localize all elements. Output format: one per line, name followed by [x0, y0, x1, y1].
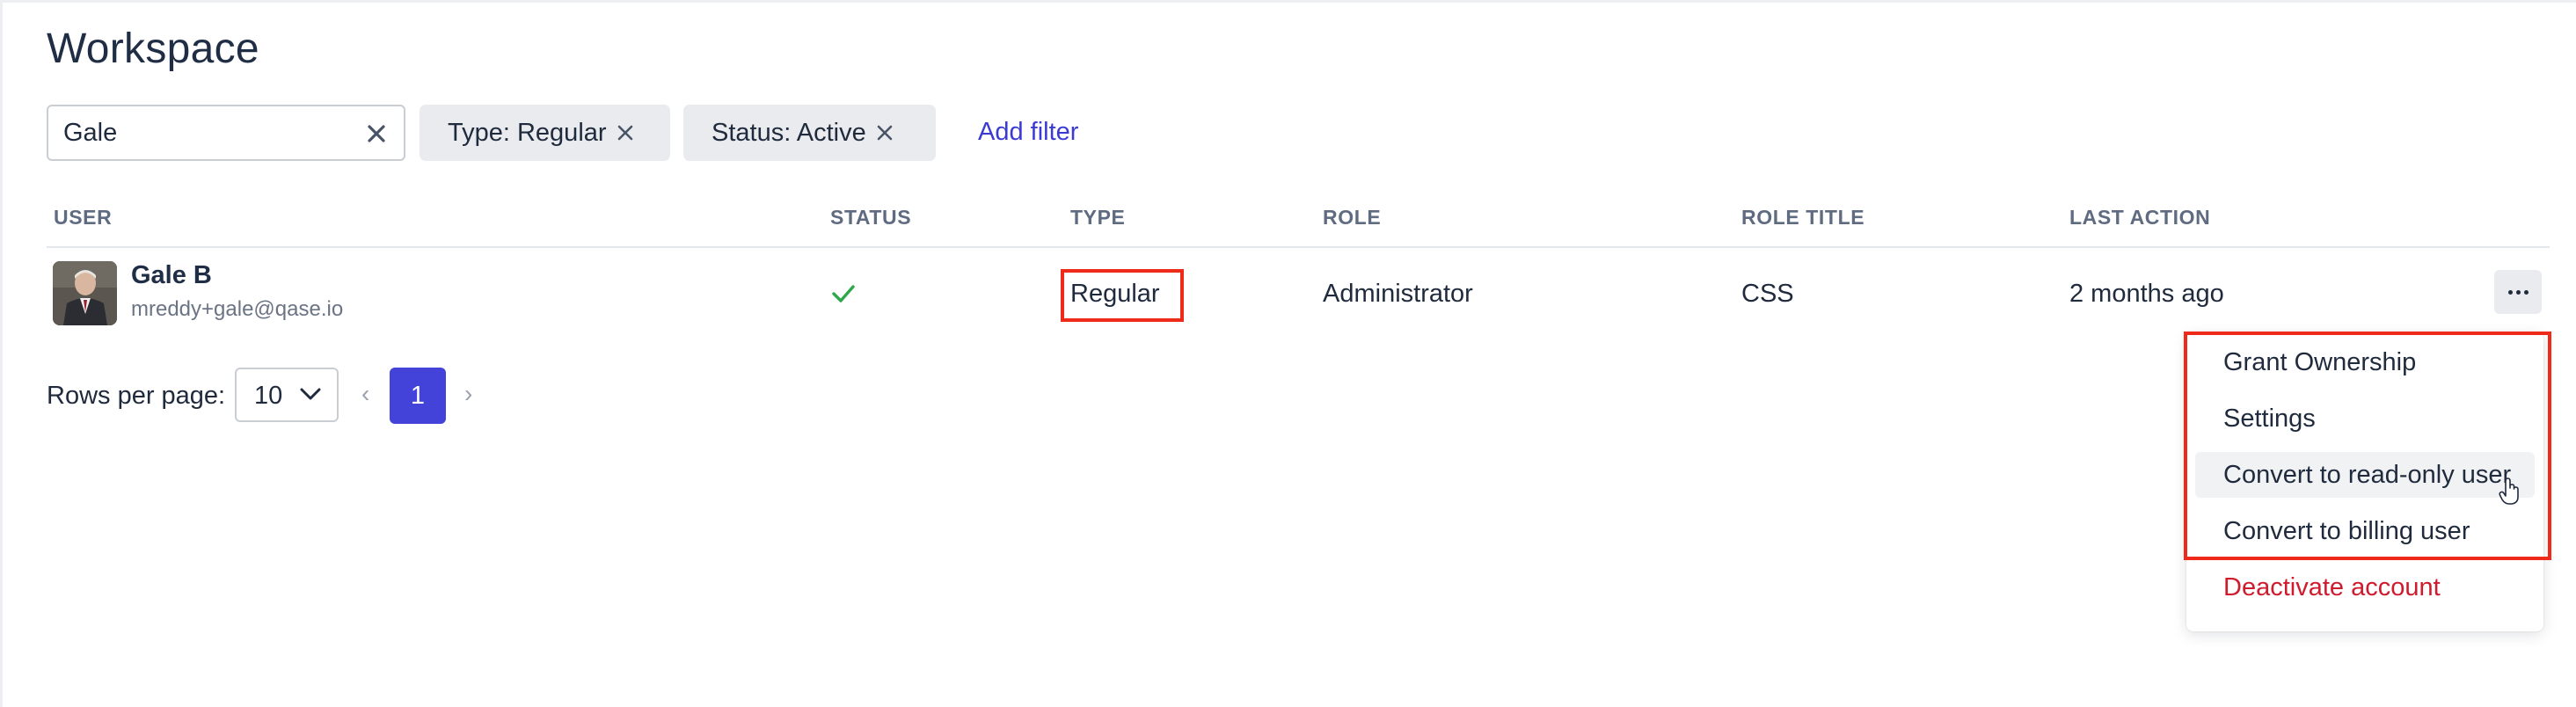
filter-chip-status[interactable]: Status: Active — [683, 105, 936, 161]
rows-per-page-select[interactable]: 10 — [235, 368, 339, 422]
rows-per-page-label: Rows per page: — [47, 382, 226, 410]
left-border — [0, 0, 3, 707]
highlight-box — [1061, 269, 1184, 322]
add-filter-link[interactable]: Add filter — [978, 118, 1078, 147]
column-header-role[interactable]: ROLE — [1323, 206, 1381, 230]
menu-item-deactivate-account[interactable]: Deactivate account — [2195, 565, 2535, 610]
rows-per-page-value: 10 — [254, 382, 283, 410]
user-last-action: 2 months ago — [2069, 280, 2224, 308]
close-icon[interactable] — [617, 125, 633, 141]
filter-chip-label: Status: Active — [712, 118, 866, 147]
filter-chip-label: Type: Regular — [448, 118, 607, 147]
search-input[interactable]: Gale — [47, 105, 405, 161]
close-icon[interactable] — [363, 120, 390, 147]
avatar — [53, 261, 117, 325]
check-icon — [830, 281, 857, 307]
user-role: Administrator — [1323, 280, 1473, 308]
previous-page-button[interactable]: ‹ — [361, 380, 369, 408]
column-header-last-action[interactable]: LAST ACTION — [2069, 206, 2210, 230]
filter-chip-type[interactable]: Type: Regular — [420, 105, 670, 161]
chevron-down-icon — [300, 387, 321, 405]
column-header-status[interactable]: STATUS — [830, 206, 911, 230]
search-input-value[interactable]: Gale — [63, 119, 117, 148]
table-header-divider — [47, 246, 2550, 248]
column-header-type[interactable]: TYPE — [1070, 206, 1125, 230]
column-header-role-title[interactable]: ROLE TITLE — [1741, 206, 1864, 230]
user-email: mreddy+gale@qase.io — [131, 297, 344, 321]
page-button-current[interactable]: 1 — [390, 368, 446, 424]
page-title: Workspace — [47, 26, 259, 72]
top-border — [0, 0, 2576, 3]
user-name[interactable]: Gale B — [131, 261, 212, 290]
user-role-title: CSS — [1741, 280, 1794, 308]
close-icon[interactable] — [877, 125, 893, 141]
row-actions-button[interactable] — [2494, 270, 2542, 314]
column-header-user[interactable]: USER — [54, 206, 112, 230]
next-page-button[interactable]: › — [464, 380, 472, 408]
highlight-box — [2184, 332, 2551, 560]
hand-cursor-icon — [2499, 477, 2521, 506]
